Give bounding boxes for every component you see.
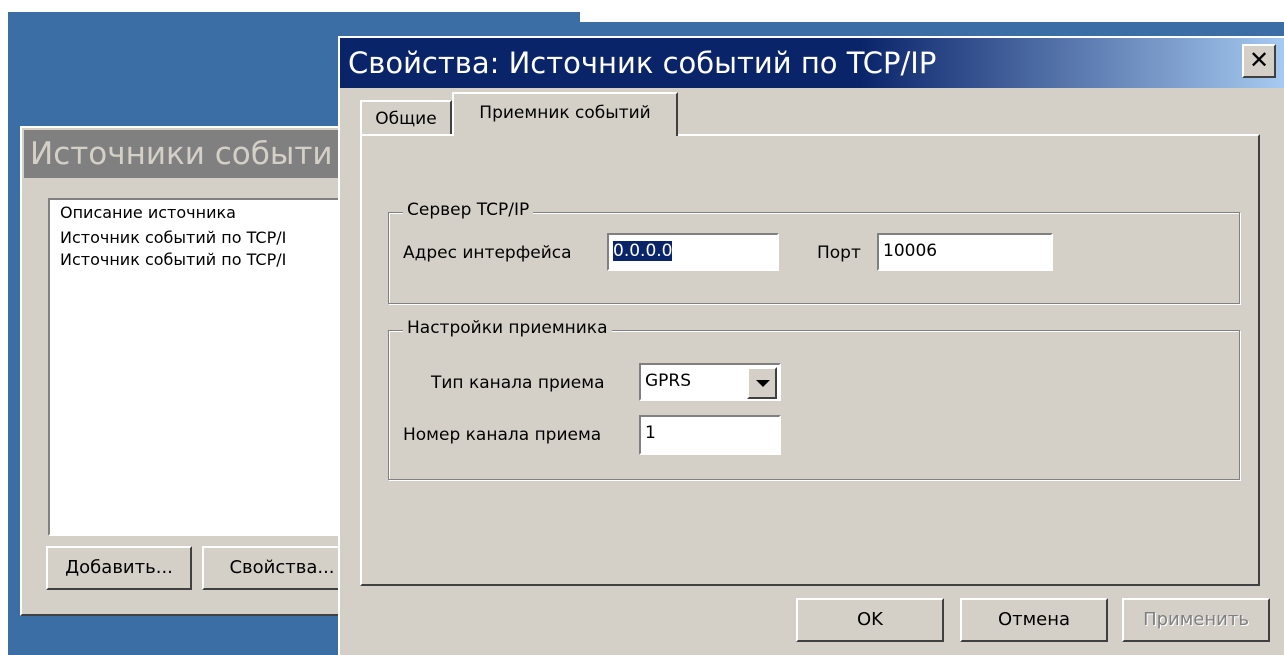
address-value: 0.0.0.0 — [613, 241, 673, 261]
channel-type-value: GPRS — [645, 371, 692, 391]
port-label: Порт — [817, 243, 861, 263]
list-column-header[interactable]: Описание источника — [50, 200, 366, 227]
ok-button[interactable]: OK — [796, 598, 944, 642]
server-group-legend: Сервер TCP/IP — [403, 200, 534, 220]
properties-dialog: Свойства: Источник событий по TCP/IP ✕ О… — [338, 36, 1284, 655]
event-sources-title[interactable]: Источники событи — [24, 130, 358, 178]
list-item[interactable]: Источник событий по TCP/I — [50, 249, 366, 271]
cancel-button[interactable]: Отмена — [960, 598, 1108, 642]
receiver-settings-groupbox: Настройки приемника Тип канала приема GP… — [388, 318, 1240, 480]
list-item[interactable]: Источник событий по TCP/I — [50, 227, 366, 249]
channel-type-label: Тип канала приема — [431, 373, 605, 393]
event-sources-window: Источники событи Описание источника Исто… — [20, 126, 368, 616]
tab-event-receiver[interactable]: Приемник событий — [452, 92, 678, 136]
tab-general[interactable]: Общие — [360, 100, 452, 134]
port-field[interactable]: 10006 — [877, 233, 1053, 271]
dialog-title: Свойства: Источник событий по TCP/IP — [348, 46, 937, 80]
apply-button[interactable]: Применить — [1122, 598, 1270, 642]
event-sources-list[interactable]: Описание источника Источник событий по T… — [48, 198, 368, 536]
address-field[interactable]: 0.0.0.0 — [607, 233, 779, 271]
tab-panel: Сервер TCP/IP Адрес интерфейса 0.0.0.0 П… — [360, 134, 1260, 586]
chevron-down-icon[interactable] — [747, 367, 777, 399]
desktop-top-strip — [580, 12, 1284, 22]
channel-number-field[interactable]: 1 — [639, 415, 781, 455]
add-button[interactable]: Добавить... — [46, 546, 192, 590]
receiver-settings-legend: Настройки приемника — [403, 318, 612, 338]
address-label: Адрес интерфейса — [403, 243, 572, 263]
channel-number-label: Номер канала приема — [403, 425, 602, 445]
close-icon[interactable]: ✕ — [1242, 44, 1276, 78]
channel-type-select[interactable]: GPRS — [639, 363, 781, 401]
server-groupbox: Сервер TCP/IP Адрес интерфейса 0.0.0.0 П… — [388, 200, 1240, 304]
dialog-titlebar[interactable]: Свойства: Источник событий по TCP/IP ✕ — [340, 38, 1284, 88]
